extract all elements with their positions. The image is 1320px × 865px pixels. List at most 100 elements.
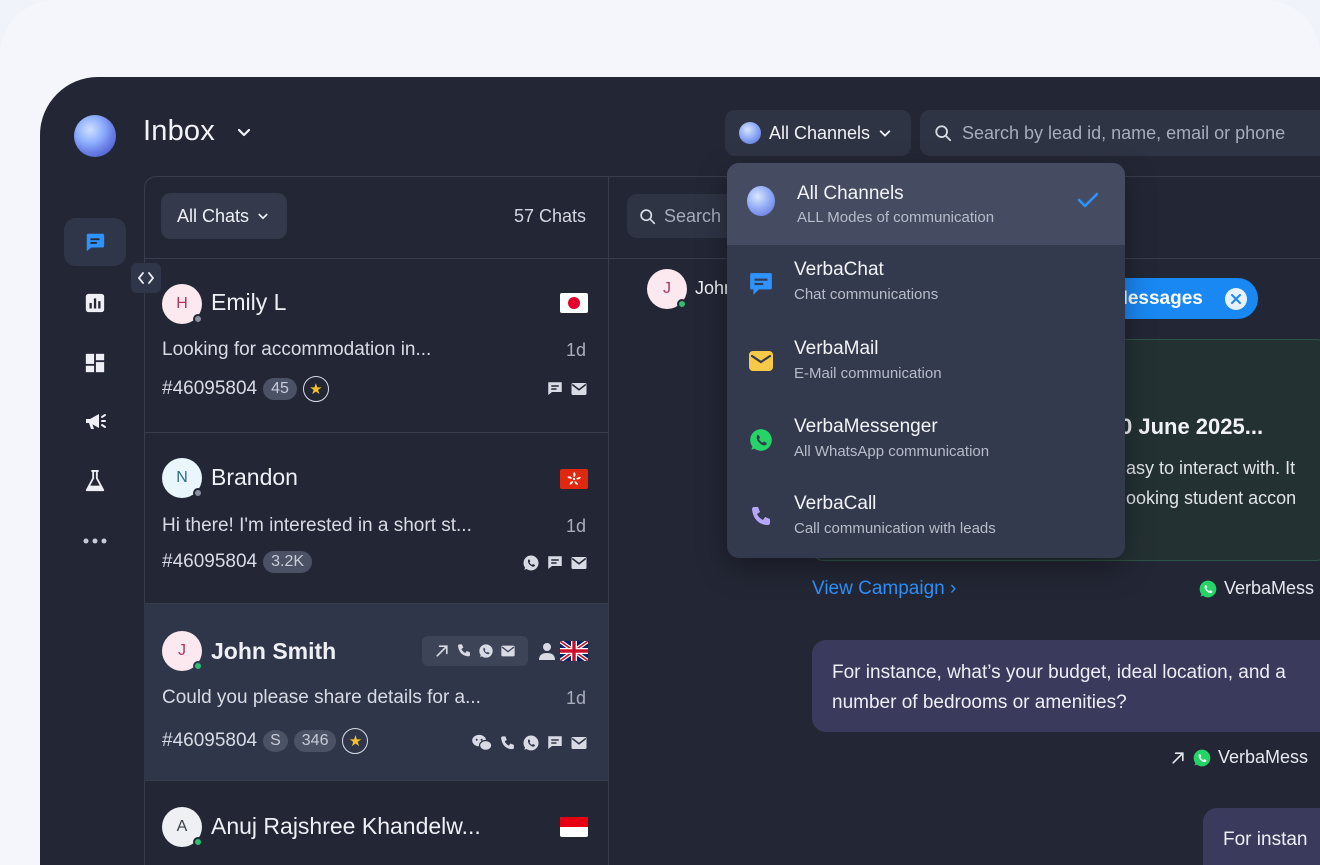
user-icon (539, 643, 555, 660)
close-icon[interactable] (1224, 287, 1247, 310)
lead-id-text: #46095804 (162, 730, 258, 751)
count-badge: 3.2K (263, 551, 313, 573)
flag-japan-icon (560, 293, 588, 313)
channel-filter-button[interactable]: All Channels (725, 110, 911, 156)
chat-list: All Chats 57 Chats H Emily L Looking for… (144, 176, 609, 865)
channel-option-title: VerbaCall (794, 493, 877, 514)
filter-chip-label: Messages (1112, 287, 1203, 309)
channel-icons (546, 380, 588, 398)
channel-option-subtitle: ALL Modes of communication (797, 209, 995, 226)
message-time: 1d (565, 688, 586, 708)
more-icon (83, 538, 107, 544)
global-search-placeholder: Search by lead id, name, email or phone (962, 122, 1286, 143)
sidebar-item-labs[interactable] (64, 457, 126, 505)
channel-option-all[interactable]: All Channels ALL Modes of communication (727, 163, 1125, 245)
whatsapp-icon (1199, 580, 1217, 597)
mail-icon (571, 383, 587, 395)
page-title[interactable]: Inbox (143, 115, 215, 148)
message-source: VerbaMess (1170, 747, 1308, 768)
channel-option-title: VerbaChat (794, 259, 884, 280)
conversation-avatar: J (647, 269, 687, 309)
whatsapp-icon (1193, 749, 1211, 766)
channel-option-title: All Channels (797, 183, 904, 204)
flag-hong-kong-icon (560, 469, 588, 489)
sidebar-item-dashboard[interactable] (64, 339, 126, 387)
message-bubble: For instan (1203, 808, 1320, 865)
channel-icons (522, 554, 588, 572)
collapse-sidebar-button[interactable] (131, 263, 161, 293)
avatar: H (162, 284, 203, 324)
conversation-search-placeholder: Search (664, 205, 722, 226)
star-icon[interactable]: ★ (302, 376, 329, 402)
mail-icon (571, 737, 587, 749)
message-source: VerbaMess (1198, 578, 1314, 599)
channel-dropdown-menu: All Channels ALL Modes of communication … (727, 163, 1125, 558)
phone-icon[interactable] (456, 643, 472, 659)
whatsapp-icon[interactable] (478, 643, 494, 659)
flag-indonesia-icon (560, 817, 588, 837)
sidebar-item-chats[interactable] (64, 218, 126, 266)
chat-row[interactable]: A Anuj Rajshree Khandelw... (144, 781, 608, 865)
sidebar-item-more[interactable] (64, 517, 126, 565)
avatar: N (162, 458, 203, 498)
channel-option-verbamail[interactable]: VerbaMail E-Mail communication (727, 323, 1125, 401)
chat-count: 57 Chats (513, 206, 586, 226)
code-icon (138, 272, 154, 284)
lead-id: #46095804 45 ★ (162, 376, 329, 402)
bar-chart-icon (85, 293, 105, 313)
count-badge: 45 (263, 378, 297, 400)
app-logo[interactable] (74, 115, 116, 157)
view-campaign-link[interactable]: View Campaign › (812, 578, 956, 600)
source-label: VerbaMess (1224, 578, 1315, 598)
chat-icon (548, 382, 562, 395)
lead-id: #46095804 3.2K (162, 551, 313, 573)
assignee-badge: S (263, 730, 288, 752)
global-search-input[interactable]: Search by lead id, name, email or phone (920, 110, 1320, 156)
arrow-out-icon[interactable] (434, 643, 450, 659)
quick-actions (422, 636, 528, 666)
campaign-title: 0 June 2025... (1120, 414, 1264, 439)
channel-option-title: VerbaMessenger (794, 416, 938, 437)
contact-name: Brandon (211, 464, 298, 490)
presence-dot (193, 661, 203, 671)
message-preview: Hi there! I'm interested in a short st..… (162, 515, 472, 536)
phone-icon (747, 503, 775, 531)
contact-name: Emily L (211, 289, 287, 315)
chat-filter-dropdown[interactable]: All Chats (161, 193, 287, 239)
chat-icon (747, 270, 775, 298)
channel-option-subtitle: All WhatsApp communication (794, 443, 990, 460)
avatar: J (162, 631, 203, 671)
contact-name: Anuj Rajshree Khandelw... (211, 813, 481, 839)
all-channels-icon (739, 122, 761, 144)
search-icon (640, 208, 656, 224)
channel-option-verbamessenger[interactable]: VerbaMessenger All WhatsApp communicatio… (727, 401, 1125, 479)
flask-icon (85, 470, 105, 492)
avatar-initial: A (176, 818, 188, 835)
presence-dot (677, 299, 687, 309)
avatar-initial: H (176, 295, 188, 312)
lead-id-text: #46095804 (162, 378, 258, 399)
source-label: VerbaMess (1218, 747, 1309, 767)
message-bubble: For instance, what’s your budget, ideal … (812, 640, 1320, 732)
star-icon[interactable]: ★ (342, 728, 369, 754)
chevron-right-icon: › (950, 578, 957, 599)
sidebar-item-campaigns[interactable] (64, 397, 126, 445)
chat-row[interactable]: H Emily L Looking for accommodation in..… (144, 259, 608, 433)
chevron-down-icon (258, 213, 268, 220)
mail-icon[interactable] (500, 643, 516, 659)
channel-option-verbacall[interactable]: VerbaCall Call communication with leads (727, 479, 1125, 557)
message-preview: Looking for accommodation in... (162, 339, 432, 360)
sidebar-item-analytics[interactable] (64, 279, 126, 327)
chat-row[interactable]: N Brandon Hi there! I'm interested in a … (144, 433, 608, 604)
chat-row[interactable]: J John Smith Could you please share deta… (144, 604, 608, 781)
chevron-down-icon[interactable] (236, 124, 252, 140)
check-icon (1077, 192, 1099, 208)
view-campaign-label: View Campaign (812, 578, 945, 599)
chevron-down-icon (879, 130, 891, 137)
message-preview: Could you please share details for a... (162, 687, 481, 708)
channel-icons (471, 734, 588, 752)
channel-option-verbachat[interactable]: VerbaChat Chat communications (727, 245, 1125, 323)
message-time: 1d (565, 340, 586, 360)
wechat-icon (472, 734, 493, 751)
all-channels-icon (747, 186, 775, 216)
